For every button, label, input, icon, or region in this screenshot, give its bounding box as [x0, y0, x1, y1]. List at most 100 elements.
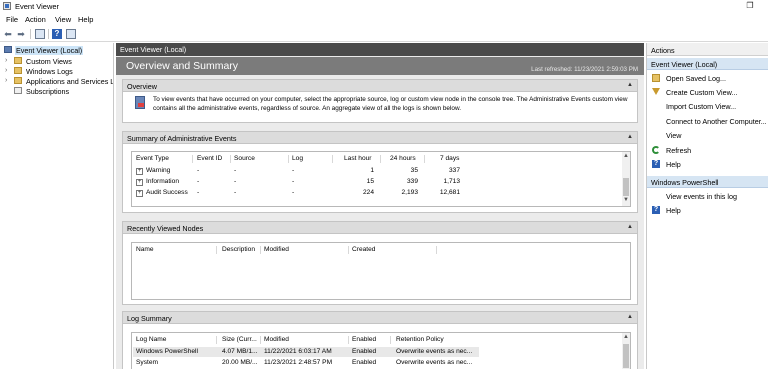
- column-divider: [260, 246, 261, 254]
- expand-plus-icon[interactable]: +: [136, 190, 143, 197]
- menu-help[interactable]: Help: [78, 15, 93, 24]
- expand-plus-icon[interactable]: +: [136, 168, 143, 175]
- action-help[interactable]: ? Help: [647, 157, 768, 171]
- column-header-24-hours[interactable]: 24 hours: [390, 155, 416, 162]
- menu-action[interactable]: Action: [25, 15, 46, 24]
- log-summary-section: Log Summary ▲ Log Name Size (Curr... Mod…: [122, 311, 638, 369]
- overview-section: Overview ▲ To view events that have occu…: [122, 79, 638, 123]
- menu-file[interactable]: File: [6, 15, 18, 24]
- column-header-modified[interactable]: Modified: [264, 336, 289, 343]
- column-header-name[interactable]: Name: [136, 246, 154, 253]
- column-divider: [332, 155, 333, 163]
- actions-title: Actions: [651, 46, 675, 55]
- action-import-custom-view[interactable]: Import Custom View...: [647, 99, 768, 113]
- help-icon: ?: [652, 160, 660, 168]
- size-cell: 20.00 MB/...: [222, 359, 258, 366]
- column-header-event-type[interactable]: Event Type: [136, 155, 169, 162]
- tree-item-custom-views[interactable]: › Custom Views: [0, 56, 113, 66]
- column-header-event-id[interactable]: Event ID: [197, 155, 222, 162]
- toolbar: ⬅ ➡ ?: [0, 26, 768, 42]
- column-header-7-days[interactable]: 7 days: [440, 155, 459, 162]
- column-header-log[interactable]: Log: [292, 155, 303, 162]
- modified-cell: 11/23/2021 2:48:57 PM: [264, 359, 333, 366]
- actions-group-windows-powershell[interactable]: Windows PowerShell: [647, 176, 768, 188]
- forward-arrow-icon[interactable]: ➡: [16, 29, 26, 39]
- vertical-scrollbar[interactable]: ▲ ▼: [622, 152, 630, 206]
- column-divider: [348, 246, 349, 254]
- scroll-up-icon[interactable]: ▲: [623, 153, 629, 159]
- action-refresh[interactable]: Refresh: [647, 143, 768, 157]
- collapse-arrow-icon[interactable]: ▲: [627, 224, 633, 230]
- log-name-cell[interactable]: System: [136, 359, 158, 366]
- folder-icon: [14, 67, 22, 74]
- column-header-created[interactable]: Created: [352, 246, 375, 253]
- section-header[interactable]: Summary of Administrative Events ▲: [123, 132, 637, 144]
- action-open-saved-log[interactable]: Open Saved Log...: [647, 71, 768, 85]
- column-header-source[interactable]: Source: [234, 155, 255, 162]
- scroll-down-icon[interactable]: ▼: [623, 197, 629, 203]
- scrollbar-thumb[interactable]: [623, 178, 629, 196]
- tree-item-label: Event Viewer (Local): [15, 46, 84, 55]
- page-title: Overview and Summary: [126, 60, 239, 72]
- back-arrow-icon[interactable]: ⬅: [3, 29, 13, 39]
- section-header[interactable]: Log Summary ▲: [123, 312, 637, 324]
- show-hide-console-tree-icon[interactable]: [35, 29, 45, 39]
- collapse-arrow-icon[interactable]: ▲: [627, 314, 633, 320]
- tree-item-label: Subscriptions: [26, 87, 70, 96]
- tree-item-windows-logs[interactable]: › Windows Logs: [0, 66, 113, 76]
- chevron-right-icon[interactable]: ›: [5, 77, 7, 84]
- recent-nodes-grid: Name Description Modified Created: [131, 242, 631, 300]
- action-connect-another-computer[interactable]: Connect to Another Computer...: [647, 114, 768, 128]
- center-pane-title: Event Viewer (Local): [120, 45, 187, 54]
- column-header-enabled[interactable]: Enabled: [352, 336, 376, 343]
- window-title: Event Viewer: [15, 2, 60, 11]
- action-label: Help: [666, 160, 681, 169]
- collapse-arrow-icon[interactable]: ▲: [627, 82, 633, 88]
- maximize-button[interactable]: ❐: [744, 1, 756, 11]
- section-header[interactable]: Overview ▲: [123, 80, 637, 92]
- column-header-description[interactable]: Description: [222, 246, 255, 253]
- section-header[interactable]: Recently Viewed Nodes ▲: [123, 222, 637, 234]
- event-type-cell: Audit Success: [146, 189, 188, 196]
- scrollbar-thumb[interactable]: [623, 344, 629, 368]
- event-type-cell: Information: [146, 178, 179, 185]
- column-header-log-name[interactable]: Log Name: [136, 336, 166, 343]
- event-viewer-app-icon: [3, 2, 11, 10]
- column-header-retention-policy[interactable]: Retention Policy: [396, 336, 444, 343]
- column-header-modified[interactable]: Modified: [264, 246, 289, 253]
- close-button[interactable]: [758, 1, 768, 11]
- section-title: Recently Viewed Nodes: [127, 224, 204, 233]
- log-name-cell[interactable]: Windows PowerShell: [136, 348, 198, 355]
- tree-item-label: Custom Views: [26, 57, 72, 66]
- overview-text: To view events that have occurred on you…: [153, 96, 628, 112]
- column-divider: [230, 155, 231, 163]
- tree-item-applications-services[interactable]: › Applications and Services Lo: [0, 76, 113, 86]
- action-label: View: [666, 131, 682, 140]
- chevron-right-icon[interactable]: ›: [5, 57, 7, 64]
- menu-view[interactable]: View: [55, 15, 71, 24]
- toolbar-separator: [30, 29, 31, 39]
- tree-item-event-viewer-local[interactable]: Event Viewer (Local): [0, 45, 113, 55]
- actions-group-event-viewer[interactable]: Event Viewer (Local): [647, 58, 768, 70]
- collapse-arrow-icon[interactable]: ▲: [627, 134, 633, 140]
- center-pane-header: Event Viewer (Local): [116, 43, 644, 56]
- folder-icon: [14, 77, 22, 84]
- column-divider: [424, 155, 425, 163]
- 24-hours-cell: 2,193: [401, 189, 418, 196]
- show-hide-action-pane-icon[interactable]: [66, 29, 76, 39]
- vertical-scrollbar[interactable]: ▲: [622, 333, 630, 369]
- source-cell: -: [234, 189, 237, 196]
- expand-plus-icon[interactable]: +: [136, 179, 143, 186]
- last-hour-cell: 224: [362, 189, 374, 196]
- column-header-size[interactable]: Size (Curr...: [222, 336, 257, 343]
- action-help-powershell[interactable]: ? Help: [647, 203, 768, 217]
- help-icon[interactable]: ?: [52, 29, 62, 39]
- action-create-custom-view[interactable]: Create Custom View...: [647, 85, 768, 99]
- chevron-right-icon[interactable]: ›: [5, 67, 7, 74]
- folder-icon: [14, 57, 22, 64]
- action-view[interactable]: View: [647, 128, 768, 142]
- action-view-events-in-log[interactable]: View events in this log: [647, 189, 768, 203]
- tree-item-subscriptions[interactable]: Subscriptions: [0, 86, 113, 96]
- column-header-last-hour[interactable]: Last hour: [344, 155, 372, 162]
- scroll-up-icon[interactable]: ▲: [623, 334, 629, 340]
